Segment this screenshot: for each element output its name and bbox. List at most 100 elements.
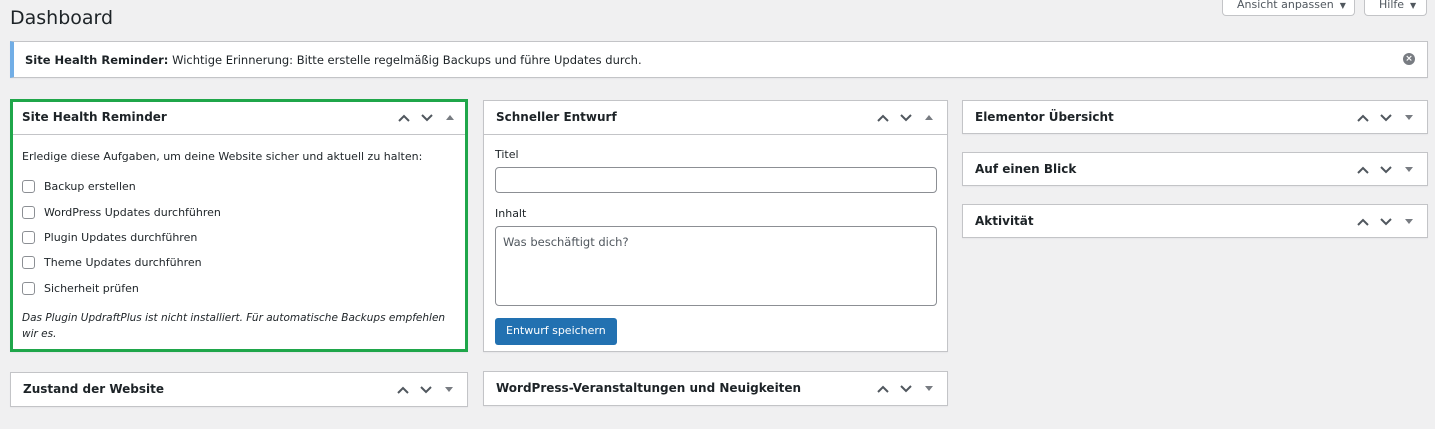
plugin-hint: Das Plugin UpdraftPlus ist nicht install… [22,311,446,340]
caret-down-icon: ▼ [1410,1,1417,10]
task-item[interactable]: Sicherheit prüfen [22,276,456,301]
title-field-label: Titel [495,148,519,161]
title-input[interactable] [495,167,937,193]
triangle-toggle-icon [924,386,933,392]
notice-title: Site Health Reminder: [25,53,169,67]
move-down-button[interactable] [1374,211,1397,233]
page-title: Dashboard [10,7,114,29]
move-up-button[interactable] [1351,107,1374,129]
move-up-button[interactable] [391,379,414,401]
save-draft-button[interactable]: Entwurf speichern [495,318,617,345]
widget-content: Erledige diese Aufgaben, um deine Websit… [13,150,465,342]
chevron-up-icon [1356,218,1369,226]
move-down-button[interactable] [1374,159,1397,181]
toggle-panel-button[interactable] [917,107,940,129]
chevron-up-icon [1356,166,1369,174]
widget-title: Elementor Übersicht [975,110,1114,124]
move-up-button[interactable] [871,378,894,400]
content-textarea[interactable]: Was beschäftigt dich? [495,226,937,306]
toggle-panel-button[interactable] [437,379,460,401]
triangle-toggle-icon [1404,219,1413,225]
task-label: Backup erstellen [44,180,136,194]
widget-handle-actions [392,107,461,129]
task-item[interactable]: Backup erstellen [22,174,456,199]
chevron-up-icon [397,114,410,122]
task-checkbox[interactable] [22,205,35,219]
chevron-down-icon [899,114,912,122]
help-button[interactable]: Hilfe ▼ [1364,0,1427,16]
widget-site-health-status: Zustand der Website [10,372,468,407]
move-down-button[interactable] [415,107,438,129]
widget-header: WordPress-Veranstaltungen und Neuigkeite… [484,372,947,406]
screen-options-button[interactable]: Ansicht anpassen ▼ [1222,0,1355,16]
chevron-up-icon [396,386,409,394]
widget-header: Elementor Übersicht [963,101,1427,135]
task-checkbox[interactable] [22,230,35,244]
widget-site-health-reminder: Site Health Reminder Erledige diese Aufg… [10,99,468,352]
checklist-intro: Erledige diese Aufgaben, um deine Websit… [22,150,423,163]
widget-handle-actions [391,379,460,401]
widget-header: Schneller Entwurf [484,101,947,135]
chevron-down-icon [1379,166,1392,174]
move-down-button[interactable] [894,378,917,400]
task-item[interactable]: Plugin Updates durchführen [22,225,456,250]
task-checkbox[interactable] [22,256,35,270]
dismiss-icon[interactable]: × [1403,53,1415,65]
widget-header: Site Health Reminder [13,102,465,135]
screen-options-label: Ansicht anpassen [1237,0,1334,11]
task-label: WordPress Updates durchführen [44,205,221,219]
task-checkbox[interactable] [22,281,35,295]
triangle-up-icon [924,115,933,121]
toggle-panel-button[interactable] [1397,211,1420,233]
widget-handle-actions [1351,211,1420,233]
move-up-button[interactable] [871,107,894,129]
chevron-up-icon [1356,114,1369,122]
chevron-up-icon [876,385,889,393]
triangle-up-icon [445,115,454,121]
content-field-label: Inhalt [495,207,527,220]
task-label: Theme Updates durchführen [44,256,202,270]
toggle-panel-button[interactable] [1397,107,1420,129]
widget-activity: Aktivität [962,204,1428,238]
chevron-down-icon [1379,218,1392,226]
widget-header: Aktivität [963,205,1427,239]
caret-down-icon: ▼ [1339,1,1346,10]
widget-title: Aktivität [975,214,1034,228]
widget-title: Site Health Reminder [22,110,167,124]
move-down-button[interactable] [894,107,917,129]
task-label: Sicherheit prüfen [44,281,139,295]
widget-handle-actions [871,378,940,400]
widget-title: Zustand der Website [23,382,165,396]
move-down-button[interactable] [414,379,437,401]
widget-elementor-overview: Elementor Übersicht [962,100,1428,134]
toggle-panel-button[interactable] [917,378,940,400]
widget-header: Auf einen Blick [963,153,1427,187]
task-item[interactable]: Theme Updates durchführen [22,250,456,275]
widget-title: Auf einen Blick [975,162,1077,176]
chevron-down-icon [1379,114,1392,122]
chevron-up-icon [876,114,889,122]
triangle-toggle-icon [1404,115,1413,121]
chevron-down-icon [420,114,433,122]
chevron-down-icon [899,385,912,393]
task-checkbox[interactable] [22,180,35,194]
widget-handle-actions [871,107,940,129]
widget-content: Titel Inhalt Was beschäftigt dich? Entwu… [484,148,947,345]
widget-at-a-glance: Auf einen Blick [962,152,1428,186]
widget-handle-actions [1351,159,1420,181]
task-label: Plugin Updates durchführen [44,230,198,244]
toggle-panel-button[interactable] [438,107,461,129]
toggle-panel-button[interactable] [1397,159,1420,181]
widget-header: Zustand der Website [11,373,467,407]
triangle-toggle-icon [444,387,453,393]
move-up-button[interactable] [392,107,415,129]
widget-quick-draft: Schneller Entwurf Titel Inhalt Was besch… [483,100,948,352]
task-item[interactable]: WordPress Updates durchführen [22,199,456,224]
widget-title: WordPress-Veranstaltungen und Neuigkeite… [496,381,802,395]
chevron-down-icon [419,386,432,394]
move-down-button[interactable] [1374,107,1397,129]
widget-events-news: WordPress-Veranstaltungen und Neuigkeite… [483,371,948,406]
move-up-button[interactable] [1351,159,1374,181]
widget-title: Schneller Entwurf [496,110,617,124]
move-up-button[interactable] [1351,211,1374,233]
